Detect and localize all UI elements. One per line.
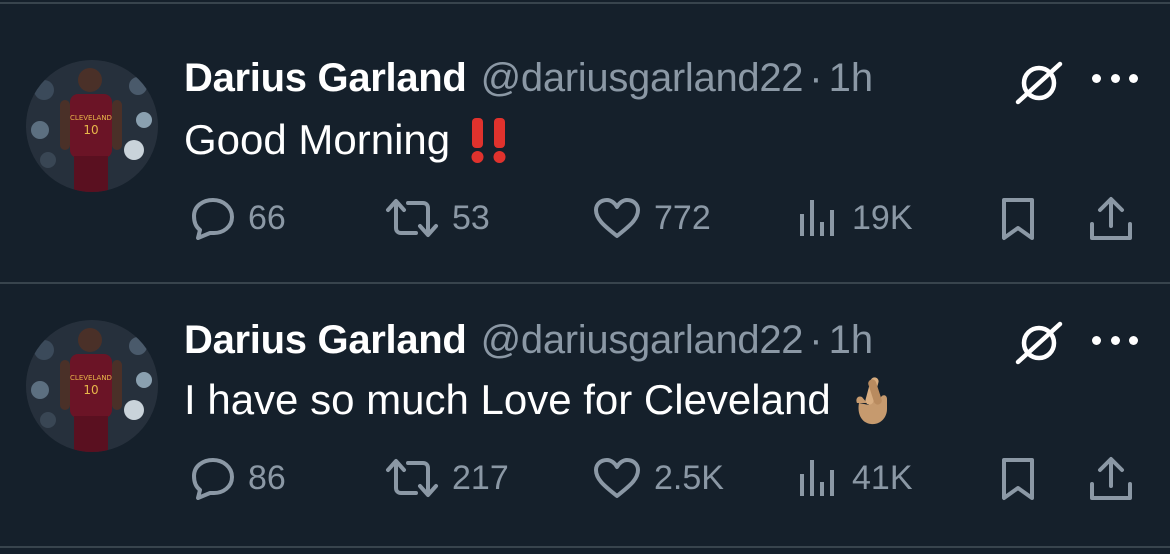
repost-icon	[386, 199, 438, 237]
handle[interactable]: @dariusgarland22	[481, 318, 804, 363]
svg-text:CLEVELAND: CLEVELAND	[70, 114, 112, 122]
bookmark-button[interactable]	[1000, 196, 1036, 242]
svg-text:CLEVELAND: CLEVELAND	[70, 374, 112, 382]
bookmark-button[interactable]	[1000, 456, 1036, 502]
share-icon	[1090, 197, 1132, 240]
crossed-fingers-emoji	[849, 373, 893, 427]
repost-count: 53	[452, 198, 490, 237]
reply-icon	[192, 198, 234, 240]
reply-button[interactable]: 86	[186, 456, 286, 500]
bookmark-icon	[1002, 198, 1034, 240]
bookmark-icon	[1002, 458, 1034, 500]
separator-dot: ·	[809, 318, 823, 362]
tweet[interactable]: CLEVELAND 10 Darius Garland @dariusgarla…	[0, 0, 1170, 282]
like-count: 772	[654, 198, 711, 237]
grok-icon[interactable]	[1014, 318, 1064, 368]
svg-text:10: 10	[83, 383, 98, 397]
display-name[interactable]: Darius Garland	[184, 318, 467, 363]
avatar[interactable]: CLEVELAND 10	[26, 320, 158, 452]
avatar[interactable]: CLEVELAND 10	[26, 60, 158, 192]
tweet-header: Darius Garland @dariusgarland22 · 1h	[184, 56, 873, 101]
share-button[interactable]	[1088, 456, 1134, 502]
tweet-text-content: I have so much Love for Cleveland	[184, 376, 831, 423]
reply-button[interactable]: 66	[186, 196, 286, 240]
repost-icon	[386, 459, 438, 497]
handle[interactable]: @dariusgarland22	[481, 56, 804, 101]
tweet-header: Darius Garland @dariusgarland22 · 1h	[184, 318, 873, 363]
like-button[interactable]: 2.5K	[592, 456, 724, 500]
reply-count: 66	[248, 198, 286, 237]
views-button[interactable]: 19K	[796, 196, 913, 240]
views-icon	[800, 460, 834, 496]
share-button[interactable]	[1088, 196, 1134, 242]
like-icon	[594, 458, 640, 498]
tweet[interactable]: CLEVELAND 10 Darius Garland @dariusgarla…	[0, 284, 1170, 546]
like-button[interactable]: 772	[592, 196, 711, 240]
more-options-icon[interactable]	[1092, 330, 1138, 350]
double-exclamation-emoji	[468, 116, 510, 164]
display-name[interactable]: Darius Garland	[184, 56, 467, 101]
tweet-text: I have so much Love for Cleveland	[184, 372, 893, 428]
timestamp[interactable]: 1h	[829, 56, 874, 101]
repost-count: 217	[452, 458, 509, 497]
repost-button[interactable]: 53	[384, 196, 490, 240]
separator-dot: ·	[809, 56, 823, 100]
views-button[interactable]: 41K	[796, 456, 913, 500]
more-options-icon[interactable]	[1092, 68, 1138, 88]
views-count: 19K	[852, 198, 913, 237]
reply-icon	[192, 458, 234, 500]
views-icon	[800, 200, 834, 236]
timestamp[interactable]: 1h	[829, 318, 874, 363]
grok-icon[interactable]	[1014, 58, 1064, 108]
svg-text:10: 10	[83, 123, 98, 137]
repost-button[interactable]: 217	[384, 456, 509, 500]
views-count: 41K	[852, 458, 913, 497]
share-icon	[1090, 457, 1132, 500]
tweet-text-content: Good Morning	[184, 116, 451, 163]
like-icon	[594, 198, 640, 238]
tweet-text: Good Morning	[184, 112, 510, 168]
like-count: 2.5K	[654, 458, 724, 497]
reply-count: 86	[248, 458, 286, 497]
bottom-divider	[0, 546, 1170, 548]
